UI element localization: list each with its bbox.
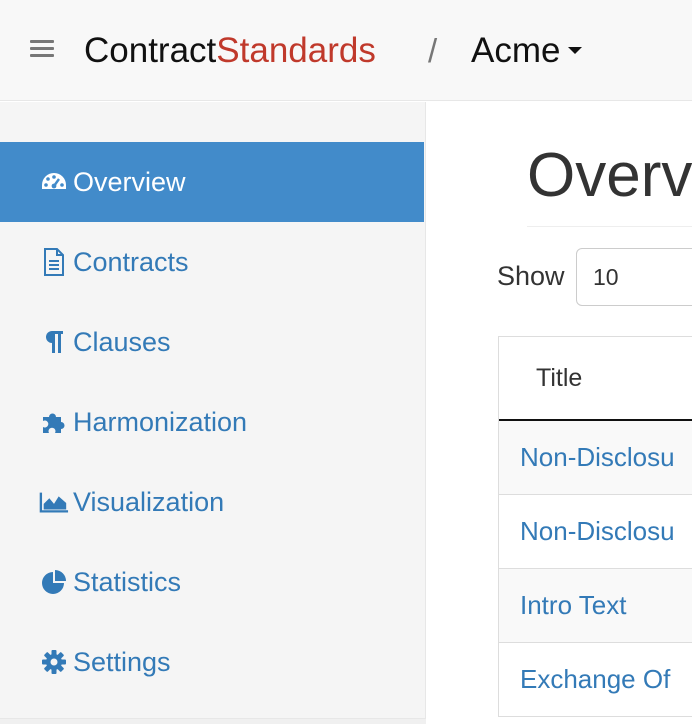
sidebar-item-settings[interactable]: Settings: [0, 622, 424, 702]
sidebar-item-label: Overview: [73, 166, 186, 197]
paragraph-icon: [39, 327, 69, 357]
column-header-title[interactable]: Title: [499, 337, 692, 421]
row-title-link[interactable]: Non-Disclosu: [520, 442, 675, 473]
menu-toggle-icon[interactable]: [30, 40, 54, 60]
sidebar-item-label: Statistics: [73, 566, 182, 597]
row-title-link[interactable]: Exchange Of: [520, 664, 670, 695]
sidebar-item-visualization[interactable]: Visualization: [0, 462, 424, 542]
pie-chart-icon: [39, 567, 69, 597]
page-title: Overv: [527, 141, 692, 210]
sidebar-item-label: Harmonization: [73, 406, 248, 437]
sidebar-item-label: Settings: [73, 646, 171, 677]
row-title-link[interactable]: Intro Text: [520, 590, 626, 621]
organization-dropdown[interactable]: Acme: [471, 30, 583, 72]
brand-name-part2: Standards: [216, 31, 376, 70]
contracts-table: Title Non-Disclosu Non-Disclosu Intro Te…: [498, 336, 692, 717]
row-title-link[interactable]: Non-Disclosu: [520, 516, 675, 547]
caret-down-icon: [568, 47, 583, 55]
area-chart-icon: [39, 487, 69, 517]
top-navbar: ContractStandards / Acme: [0, 0, 692, 101]
table-row: Exchange Of: [499, 643, 692, 717]
sidebar-item-clauses[interactable]: Clauses: [0, 302, 424, 382]
title-divider: [527, 226, 692, 227]
sidebar-item-overview[interactable]: Overview: [0, 142, 424, 222]
brand-logo[interactable]: ContractStandards: [84, 30, 376, 72]
gear-icon: [39, 647, 69, 677]
show-entries-label: Show: [497, 261, 565, 291]
organization-name: Acme: [471, 31, 561, 70]
table-row: Intro Text: [499, 569, 692, 643]
sidebar-item-contracts[interactable]: Contracts: [0, 222, 424, 302]
sidebar-item-label: Contracts: [73, 246, 189, 277]
breadcrumb-separator: /: [428, 32, 438, 69]
page-length-select[interactable]: 10: [576, 248, 692, 306]
table-row: Non-Disclosu: [499, 495, 692, 569]
sidebar-item-harmonization[interactable]: Harmonization: [0, 382, 424, 462]
brand-name-part1: Contract: [84, 31, 217, 70]
sidebar: Overview Contracts Clauses Harmonization…: [0, 102, 426, 724]
sidebar-footer-divider: [0, 718, 426, 724]
dashboard-icon: [39, 167, 69, 197]
sidebar-item-label: Visualization: [73, 486, 225, 517]
sidebar-item-statistics[interactable]: Statistics: [0, 542, 424, 622]
table-row: Non-Disclosu: [499, 421, 692, 495]
sidebar-item-label: Clauses: [73, 326, 171, 357]
file-text-icon: [39, 247, 69, 277]
puzzle-piece-icon: [39, 407, 69, 437]
